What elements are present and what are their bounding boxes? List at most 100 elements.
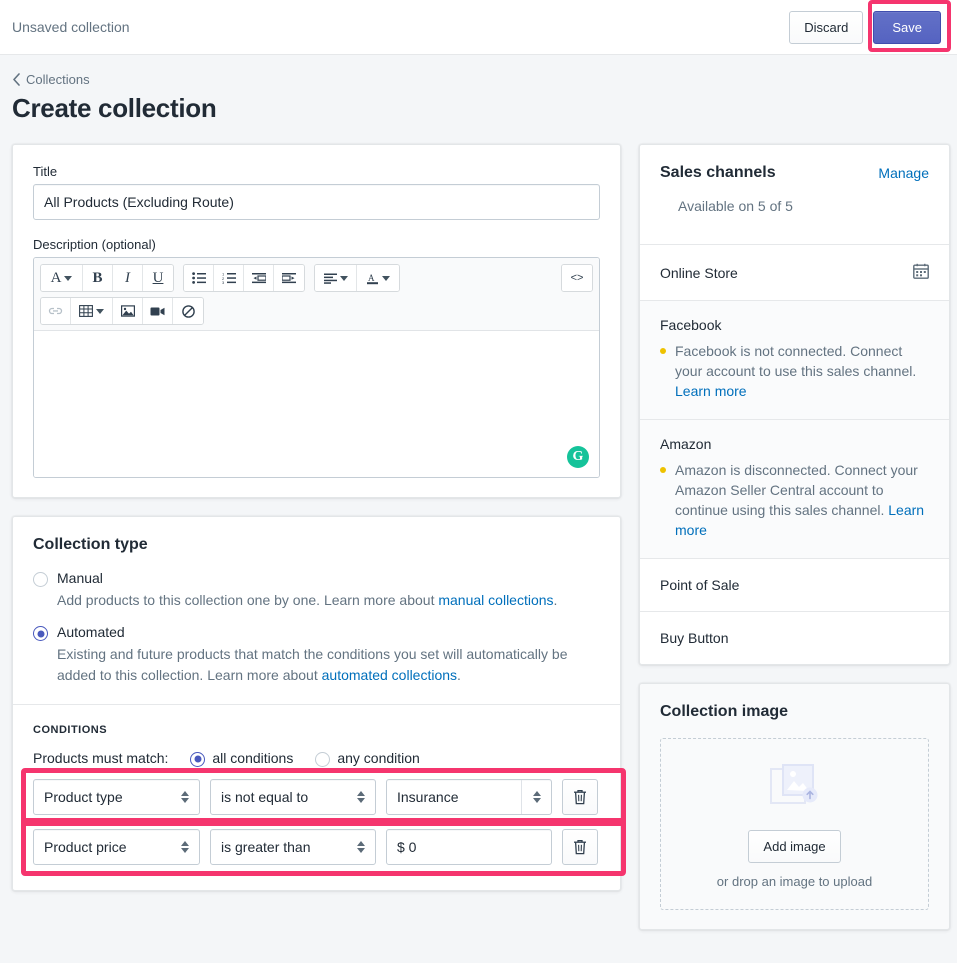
sidebar-item-amazon[interactable]: Amazon Amazon is disconnected. Connect y… <box>640 419 949 559</box>
warning-dot-icon <box>660 348 666 354</box>
save-button[interactable]: Save <box>873 10 941 44</box>
insert-group <box>40 297 204 325</box>
editor-toolbar-row-2 <box>40 297 593 325</box>
collection-type-option-manual[interactable]: Manual <box>33 570 600 587</box>
radio-manual[interactable] <box>33 572 48 587</box>
channel-name-online-store: Online Store <box>660 264 738 281</box>
breadcrumb-label: Collections <box>26 72 90 87</box>
automated-collections-link[interactable]: automated collections <box>322 667 457 683</box>
title-input[interactable] <box>33 184 600 220</box>
italic-icon[interactable]: I <box>113 265 143 291</box>
chevron-updown-icon <box>181 840 189 853</box>
link-icon[interactable] <box>41 298 71 324</box>
title-label: Title <box>33 164 58 179</box>
condition-value-combo-1[interactable]: Insurance <box>386 778 552 815</box>
discard-button[interactable]: Discard <box>789 10 864 44</box>
bold-icon[interactable]: B <box>83 265 113 291</box>
manual-collections-link[interactable]: manual collections <box>438 592 553 608</box>
condition-value-input-2[interactable]: $ 0 <box>386 828 552 865</box>
outdent-icon[interactable] <box>244 265 274 291</box>
delete-condition-button-2[interactable] <box>562 828 598 865</box>
manage-channels-link[interactable]: Manage <box>878 165 929 181</box>
match-all-label: all conditions <box>212 750 294 767</box>
numbered-list-icon[interactable]: 123 <box>214 265 244 291</box>
indent-icon[interactable] <box>274 265 304 291</box>
description-field-group: Description (optional) A B I U 1 2 3 A <… <box>33 237 600 478</box>
image-dropzone[interactable]: Add image or drop an image to upload <box>660 738 929 911</box>
title-field-group: Title <box>33 164 600 220</box>
conditions-section: CONDITIONS Products must match: all cond… <box>13 703 626 890</box>
facebook-alert-message: Facebook is not connected. Connect your … <box>675 343 917 380</box>
manual-help-text: Add products to this collection one by o… <box>57 590 600 610</box>
condition-field-select-1[interactable]: Product type <box>33 778 200 815</box>
code-view-icon[interactable]: <> <box>562 265 592 291</box>
automated-help-prefix: Existing and future products that match … <box>57 646 568 683</box>
calendar-icon <box>913 263 929 282</box>
radio-all-conditions[interactable] <box>190 751 206 767</box>
conditions-heading: CONDITIONS <box>33 723 108 736</box>
image-icon[interactable] <box>113 298 143 324</box>
clear-formatting-icon[interactable] <box>173 298 203 324</box>
chevron-left-icon <box>12 73 21 86</box>
text-color-icon[interactable]: A <box>357 265 399 291</box>
align-left-icon[interactable] <box>315 265 357 291</box>
underline-icon[interactable]: U <box>143 265 173 291</box>
radio-automated[interactable] <box>33 626 48 642</box>
condition-field-select-2[interactable]: Product price <box>33 828 200 865</box>
grammarly-icon[interactable]: G <box>567 446 589 468</box>
sidebar-item-buy-button[interactable]: Buy Button <box>640 611 949 664</box>
radio-automated-label: Automated <box>57 624 125 641</box>
automated-help-suffix: . <box>457 666 461 683</box>
sales-channels-card: Sales channels Manage Available on 5 of … <box>639 144 950 666</box>
collection-type-card: Collection type Manual Add products to t… <box>12 516 626 891</box>
condition-field-value-2: Product price <box>44 838 127 855</box>
breadcrumb[interactable]: Collections <box>12 72 941 87</box>
chevron-down-icon <box>382 275 390 281</box>
match-any-option[interactable]: any condition <box>315 750 420 767</box>
sidebar-column: Sales channels Manage Available on 5 of … <box>639 144 950 948</box>
chevron-updown-icon <box>181 790 189 803</box>
sidebar-item-facebook[interactable]: Facebook Facebook is not connected. Conn… <box>640 300 949 420</box>
video-icon[interactable] <box>143 298 173 324</box>
match-all-option[interactable]: all conditions <box>190 750 293 767</box>
condition-operator-value-1: is not equal to <box>221 788 309 805</box>
details-card: Title Description (optional) A <box>12 144 621 498</box>
collection-image-card: Collection image Add image or drop an im… <box>639 683 950 931</box>
facebook-learn-more-link[interactable]: Learn more <box>675 383 747 399</box>
channel-name-point-of-sale: Point of Sale <box>660 577 740 594</box>
chevron-down-icon <box>64 275 73 281</box>
table-icon[interactable] <box>71 298 113 324</box>
bulleted-list-icon[interactable] <box>184 265 214 291</box>
font-family-icon[interactable]: A <box>41 265 83 291</box>
editor-toolbar: A B I U 1 2 3 A <> <box>34 258 599 331</box>
list-indent-group: 123 <box>183 264 305 292</box>
trash-icon <box>574 789 586 805</box>
condition-operator-select-1[interactable]: is not equal to <box>210 778 376 815</box>
amazon-alert-text: Amazon is disconnected. Connect your Ama… <box>675 460 929 540</box>
collection-type-option-automated[interactable]: Automated <box>33 624 600 642</box>
chevron-down-icon <box>96 308 104 314</box>
chevron-updown-icon[interactable] <box>521 779 551 814</box>
save-bar-actions: Discard Save <box>789 10 941 44</box>
editor-toolbar-row-1: A B I U 1 2 3 A <> <box>40 264 593 292</box>
delete-condition-button-1[interactable] <box>562 778 598 815</box>
facebook-alert: Facebook is not connected. Connect your … <box>660 341 929 401</box>
sidebar-item-online-store[interactable]: Online Store <box>640 244 949 300</box>
sidebar-item-point-of-sale[interactable]: Point of Sale <box>640 558 949 611</box>
radio-any-condition[interactable] <box>315 751 331 767</box>
condition-operator-value-2: is greater than <box>221 838 311 855</box>
rich-text-editor: A B I U 1 2 3 A <> G <box>33 257 600 478</box>
channel-name-buy-button: Buy Button <box>660 630 729 647</box>
table-row: Product price is greater than $ 0 <box>33 828 600 865</box>
chevron-down-icon <box>339 275 348 281</box>
drop-hint-text: or drop an image to upload <box>716 874 873 890</box>
condition-operator-select-2[interactable]: is greater than <box>210 828 376 865</box>
chevron-updown-icon <box>357 790 365 803</box>
description-editor-body[interactable]: G <box>34 331 599 477</box>
add-image-button[interactable]: Add image <box>748 830 841 864</box>
amazon-alert: Amazon is disconnected. Connect your Ama… <box>660 460 929 540</box>
availability-text: Available on 5 of 5 <box>678 198 793 214</box>
save-bar: Unsaved collection Discard Save <box>0 0 957 55</box>
page-layout: Title Description (optional) A <box>0 130 957 948</box>
radio-manual-label: Manual <box>57 570 103 586</box>
